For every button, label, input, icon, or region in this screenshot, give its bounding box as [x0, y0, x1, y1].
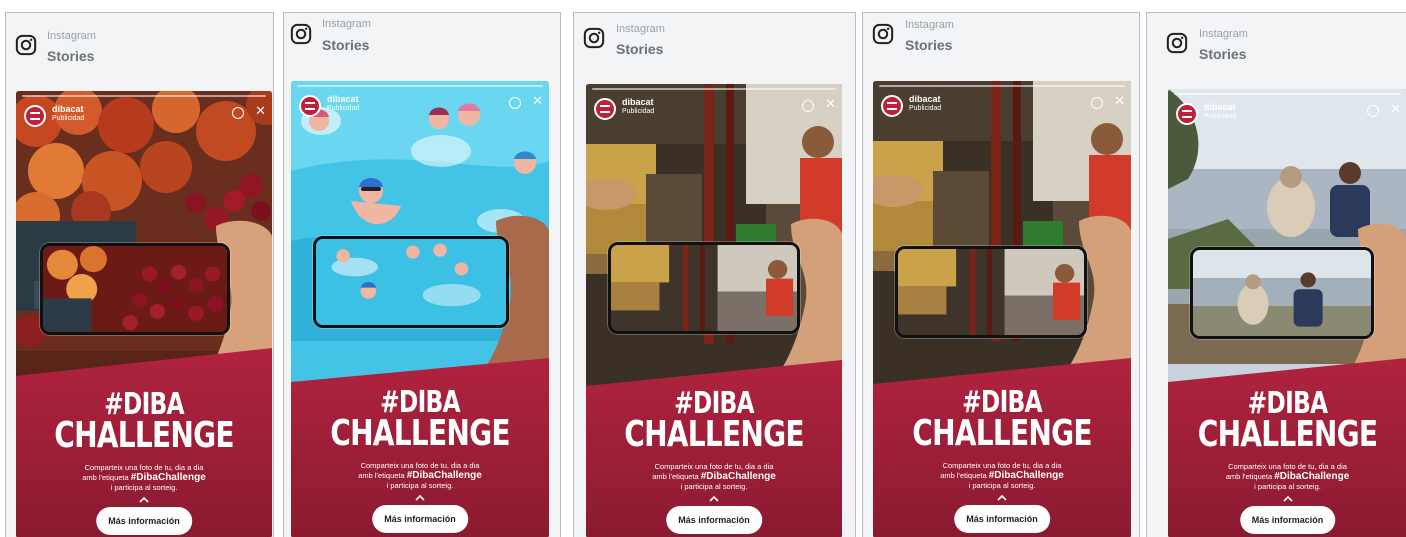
- challenge-headline: #DIBA CHALLENGE: [54, 387, 234, 456]
- close-icon[interactable]: ✕: [1390, 102, 1401, 115]
- dibacat-avatar[interactable]: [24, 105, 46, 127]
- placement-label: Stories: [905, 37, 953, 53]
- instagram-icon: [583, 27, 605, 49]
- more-info-button[interactable]: Más información: [666, 506, 762, 534]
- more-info-button[interactable]: Más información: [96, 507, 192, 535]
- placement-label: Stories: [1199, 46, 1247, 62]
- platform-label: Instagram: [47, 30, 96, 42]
- platform-label: Instagram: [1199, 28, 1248, 40]
- close-icon[interactable]: ✕: [532, 94, 543, 107]
- chevron-up-icon: [1282, 495, 1293, 502]
- story-progress-bar: [22, 95, 266, 97]
- challenge-headline: #DIBA CHALLENGE: [912, 385, 1092, 454]
- instagram-icon: [15, 34, 37, 56]
- partner-logo: [802, 100, 814, 112]
- placement-label: Stories: [47, 48, 95, 64]
- instagram-icon: [1166, 32, 1188, 54]
- placement-label: Stories: [616, 41, 664, 57]
- chevron-up-icon: [709, 495, 719, 502]
- account-name[interactable]: dibacat: [52, 104, 84, 114]
- account-name[interactable]: dibacat: [1204, 102, 1236, 112]
- story-progress-bar: [297, 85, 543, 87]
- story-ad[interactable]: dibacat Publicidad ✕ #DIBA CHALLENGE Com…: [586, 84, 842, 537]
- phone-frame: [1190, 247, 1374, 339]
- panel-header: Instagram Stories: [574, 13, 855, 81]
- more-info-button[interactable]: Más información: [1239, 506, 1336, 534]
- dibacat-avatar[interactable]: [594, 98, 616, 120]
- sponsored-label: Publicidad: [327, 105, 360, 112]
- phone-frame: [895, 246, 1087, 338]
- phone-screen-photo: [316, 239, 506, 325]
- phone-frame: [40, 243, 230, 335]
- panel-header: Instagram Stories: [1147, 13, 1406, 81]
- more-info-button[interactable]: Más información: [954, 505, 1050, 533]
- platform-label: Instagram: [616, 23, 665, 35]
- story-preview-panel-4: Instagram Stories dibacat Publicidad ✕ #…: [862, 12, 1140, 537]
- platform-label: Instagram: [905, 19, 954, 31]
- instagram-icon: [290, 23, 312, 45]
- placement-label: Stories: [322, 37, 370, 53]
- panel-header: Instagram Stories: [284, 13, 560, 81]
- story-progress-bar: [879, 85, 1125, 87]
- platform-label: Instagram: [322, 18, 371, 30]
- story-preview-panel-1: Instagram Stories dibacat Publicidad ✕ #…: [5, 12, 274, 537]
- close-icon[interactable]: ✕: [825, 97, 836, 110]
- partner-logo: [1091, 97, 1103, 109]
- account-name[interactable]: dibacat: [909, 94, 941, 104]
- sponsored-label: Publicidad: [909, 105, 942, 112]
- story-preview-panel-2: Instagram Stories dibacat Publicidad ✕ #…: [283, 12, 561, 537]
- phone-frame: [608, 242, 800, 334]
- story-preview-panel-3: Instagram Stories dibacat Publicidad ✕ #…: [573, 12, 856, 537]
- ad-caption: Comparteix una foto de tu, dia a dia amb…: [358, 461, 482, 490]
- story-ad[interactable]: dibacat Publicidad ✕ #DIBA CHALLENGE Com…: [16, 91, 272, 537]
- chevron-up-icon: [997, 494, 1007, 501]
- ad-caption: Comparteix una foto de tu, dia a dia amb…: [1225, 462, 1350, 491]
- challenge-headline: #DIBA CHALLENGE: [1197, 386, 1378, 455]
- dibacat-avatar[interactable]: [881, 95, 903, 117]
- story-preview-panel-5: Instagram Stories dibacat Publicidad ✕ #…: [1146, 12, 1406, 537]
- panel-header: Instagram Stories: [863, 13, 1139, 81]
- ad-caption: Comparteix una foto de tu, dia a dia amb…: [652, 462, 776, 491]
- dibacat-avatar[interactable]: [1176, 103, 1198, 125]
- more-info-button[interactable]: Más información: [372, 505, 468, 533]
- chevron-up-icon: [415, 494, 425, 501]
- close-icon[interactable]: ✕: [255, 104, 266, 117]
- story-ad[interactable]: dibacat Publicidad ✕ #DIBA CHALLENGE Com…: [873, 81, 1131, 537]
- dibacat-avatar[interactable]: [299, 95, 321, 117]
- account-name[interactable]: dibacat: [327, 94, 359, 104]
- phone-screen-photo: [43, 246, 227, 332]
- close-icon[interactable]: ✕: [1114, 94, 1125, 107]
- phone-frame: [313, 236, 509, 328]
- story-ad[interactable]: dibacat Publicidad ✕ #DIBA CHALLENGE Com…: [1168, 89, 1406, 537]
- story-ad[interactable]: dibacat Publicidad ✕ #DIBA CHALLENGE Com…: [291, 81, 549, 537]
- instagram-icon: [872, 23, 894, 45]
- phone-screen-photo: [611, 245, 797, 331]
- partner-logo: [509, 97, 521, 109]
- challenge-headline: #DIBA CHALLENGE: [330, 385, 510, 454]
- story-progress-bar: [1174, 93, 1401, 95]
- phone-screen-photo: [1193, 250, 1371, 336]
- phone-screen-photo: [898, 249, 1084, 335]
- account-name[interactable]: dibacat: [622, 97, 654, 107]
- sponsored-label: Publicidad: [52, 115, 85, 122]
- challenge-headline: #DIBA CHALLENGE: [624, 386, 804, 455]
- panel-header: Instagram Stories: [6, 13, 273, 81]
- partner-logo: [1367, 105, 1379, 117]
- chevron-up-icon: [139, 496, 149, 503]
- story-progress-bar: [592, 88, 836, 90]
- sponsored-label: Publicidad: [622, 108, 655, 115]
- ad-caption: Comparteix una foto de tu, dia a dia amb…: [82, 463, 206, 492]
- ad-caption: Comparteix una foto de tu, dia a dia amb…: [940, 461, 1064, 490]
- sponsored-label: Publicidad: [1204, 113, 1237, 120]
- partner-logo: [232, 107, 244, 119]
